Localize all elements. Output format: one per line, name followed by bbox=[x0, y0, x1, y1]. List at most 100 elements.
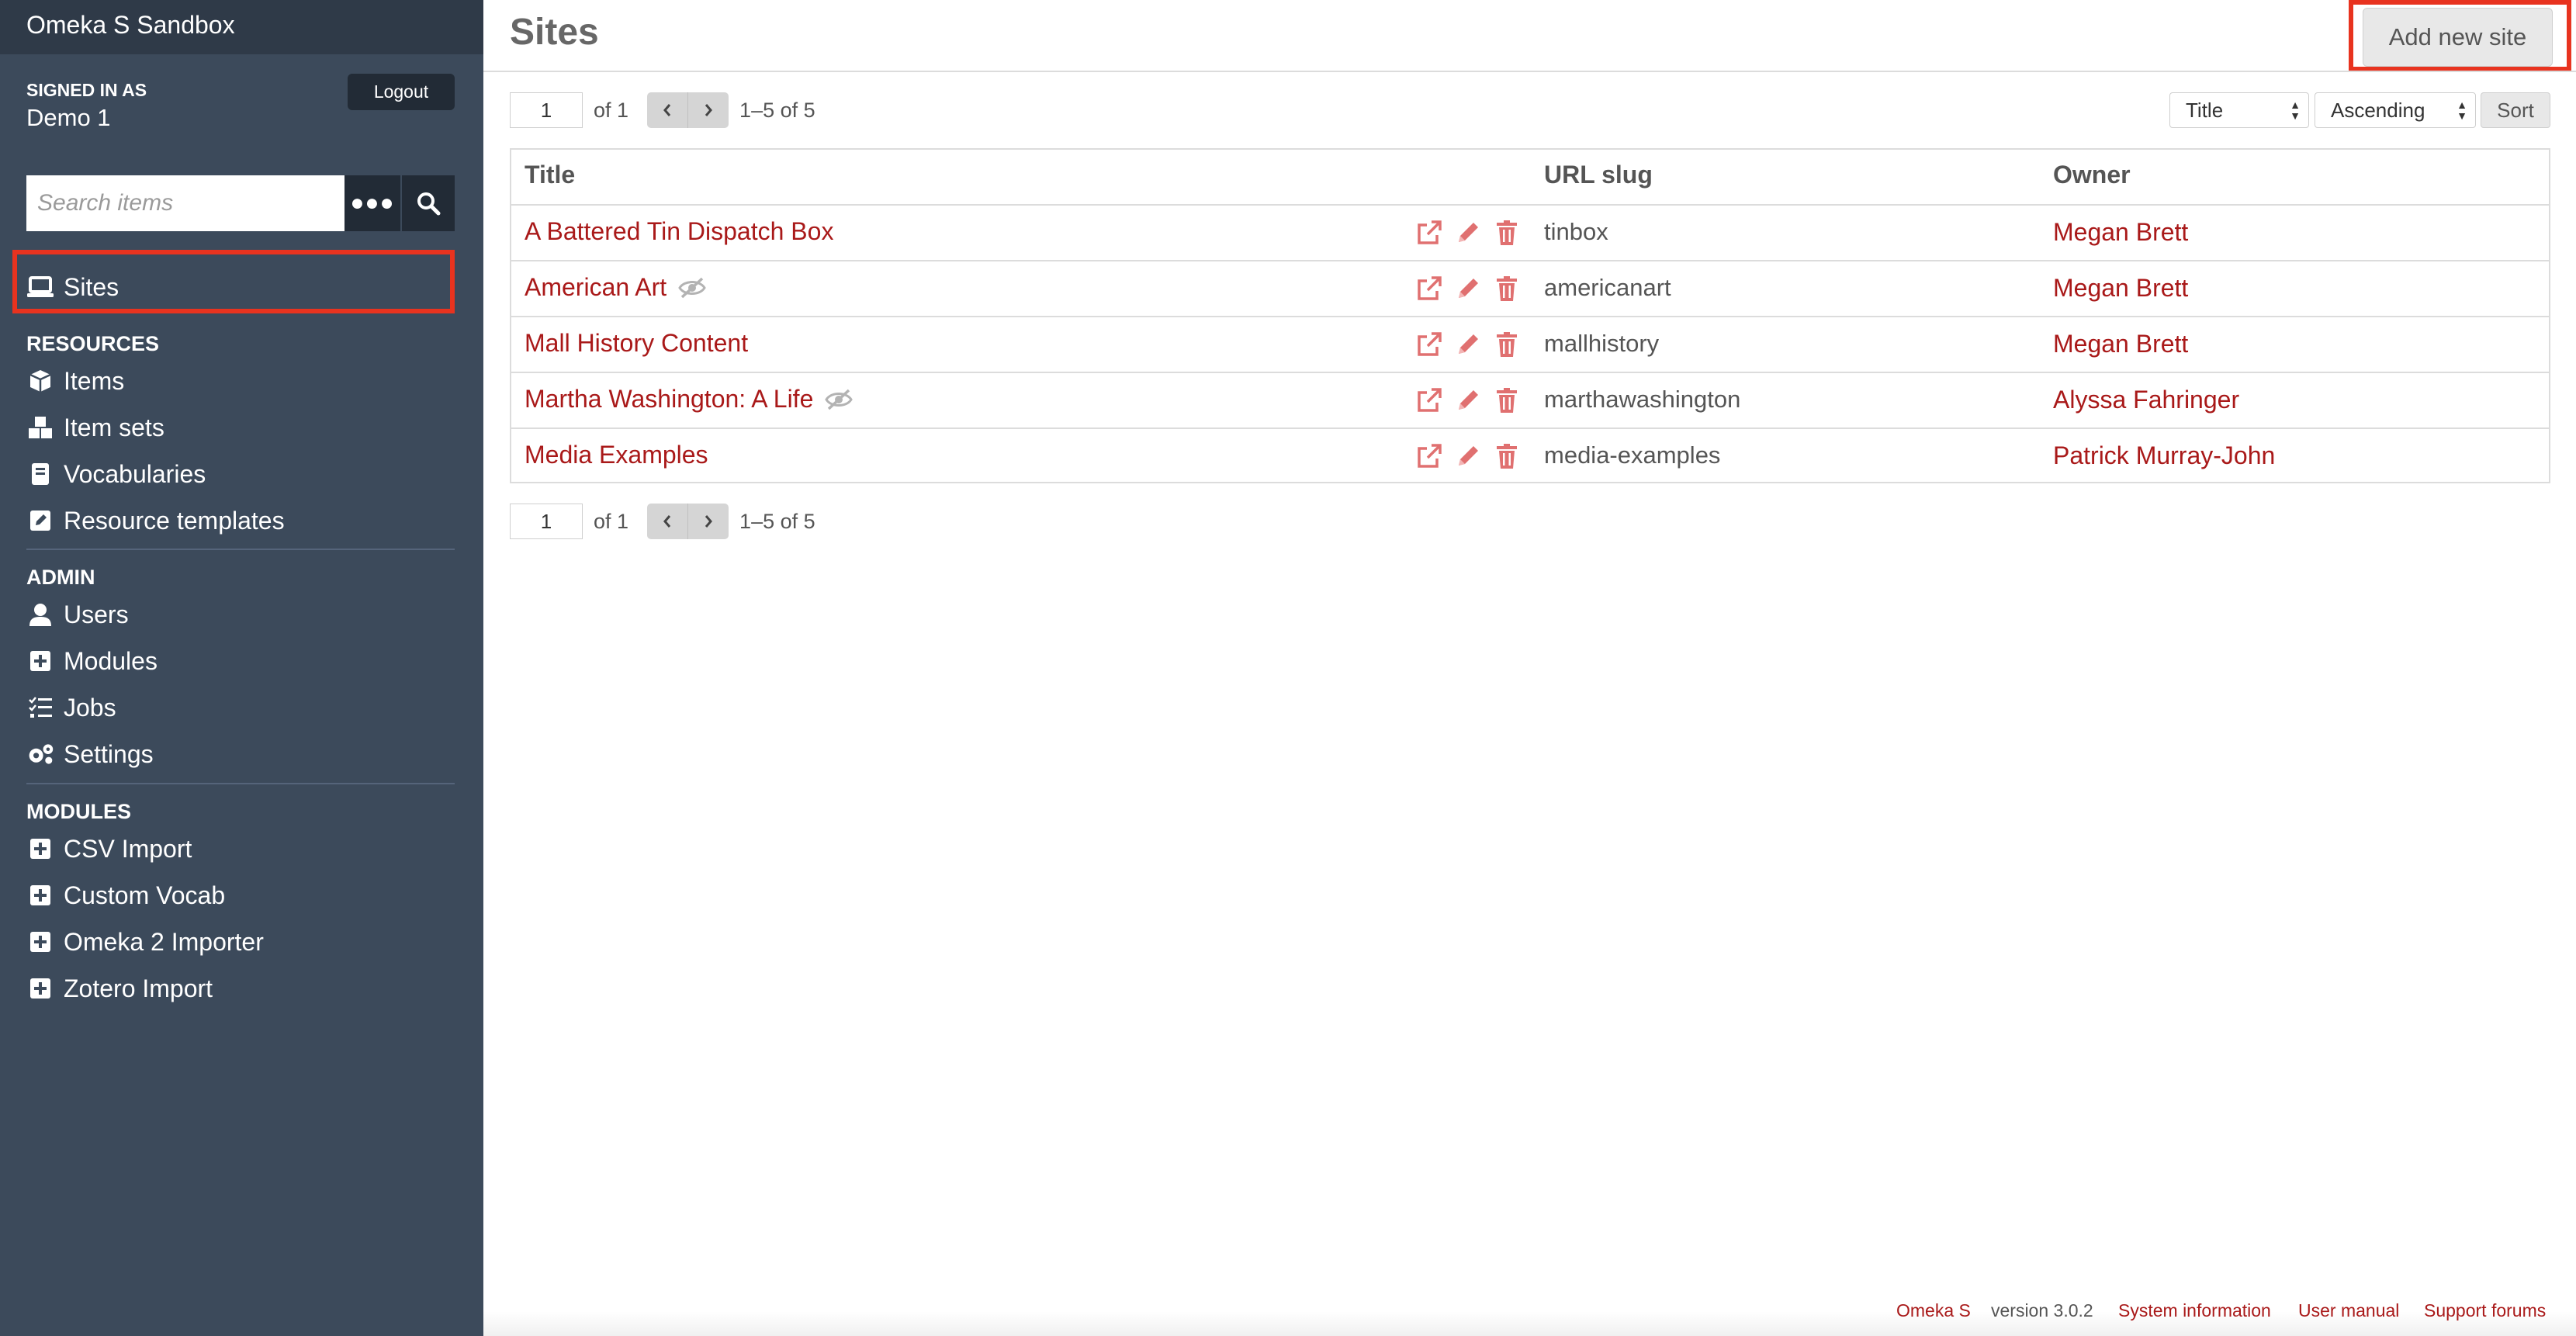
external-link-icon bbox=[1418, 444, 1442, 468]
site-title-link[interactable]: Mall History Content bbox=[525, 329, 748, 358]
next-page-button[interactable] bbox=[687, 504, 729, 539]
sidebar-item-label: Items bbox=[64, 366, 125, 395]
sidebar-item-modules[interactable]: Modules bbox=[26, 642, 158, 680]
sidebar-item-items[interactable]: Items bbox=[26, 362, 124, 400]
view-public-site-button[interactable] bbox=[1414, 329, 1445, 360]
page-number-input[interactable] bbox=[510, 504, 583, 539]
row-actions bbox=[1414, 273, 1530, 304]
select-arrows-icon: ▲ ▼ bbox=[2457, 99, 2467, 122]
pencil-icon bbox=[1459, 279, 1478, 298]
site-title-link[interactable]: Media Examples bbox=[525, 441, 708, 469]
edit-site-button[interactable] bbox=[1452, 273, 1484, 304]
table-row: Martha Washington: A Life marthawashingt… bbox=[511, 372, 2549, 429]
previous-page-button[interactable] bbox=[647, 504, 688, 539]
column-header-title: Title bbox=[525, 161, 576, 189]
sidebar-item-csv-import[interactable]: CSV Import bbox=[26, 829, 192, 868]
sort-by-select[interactable]: Title ▲ ▼ bbox=[2169, 92, 2309, 128]
site-title: American Art bbox=[525, 273, 667, 301]
results-range: 1–5 of 5 bbox=[739, 98, 815, 122]
site-owner-link[interactable]: Megan Brett bbox=[2053, 274, 2188, 303]
trash-icon bbox=[1497, 388, 1517, 413]
pencil-icon bbox=[1459, 390, 1478, 410]
site-owner-link[interactable]: Alyssa Fahringer bbox=[2053, 386, 2239, 414]
search-form: ●●● bbox=[26, 175, 455, 231]
sidebar-item-label: Zotero Import bbox=[64, 974, 213, 1002]
sidebar-item-zotero-import[interactable]: Zotero Import bbox=[26, 969, 213, 1008]
sidebar-item-label: Settings bbox=[64, 739, 154, 768]
external-link-icon bbox=[1418, 220, 1442, 244]
previous-page-button[interactable] bbox=[647, 92, 688, 128]
view-public-site-button[interactable] bbox=[1414, 217, 1445, 248]
footer-system-information-link[interactable]: System information bbox=[2118, 1300, 2271, 1321]
view-public-site-button[interactable] bbox=[1414, 273, 1445, 304]
page-number-input[interactable] bbox=[510, 92, 583, 128]
edit-site-button[interactable] bbox=[1452, 385, 1484, 416]
sidebar: Omeka S Sandbox SIGNED IN AS Demo 1 Logo… bbox=[0, 0, 483, 1336]
delete-site-button[interactable] bbox=[1491, 329, 1522, 360]
site-title-link[interactable]: American Art bbox=[525, 273, 707, 302]
sidebar-item-label: Vocabularies bbox=[64, 459, 206, 488]
sidebar-item-resource-templates[interactable]: Resource templates bbox=[26, 501, 285, 540]
sidebar-header: Omeka S Sandbox bbox=[0, 0, 483, 54]
sidebar-divider bbox=[26, 549, 455, 550]
site-title: Media Examples bbox=[525, 441, 708, 469]
footer-omeka-link[interactable]: Omeka S bbox=[1896, 1300, 1971, 1321]
delete-site-button[interactable] bbox=[1491, 441, 1522, 472]
sidebar-item-omeka-2-importer[interactable]: Omeka 2 Importer bbox=[26, 922, 264, 961]
cube-icon bbox=[26, 367, 54, 395]
logout-button[interactable]: Logout bbox=[348, 74, 455, 110]
signed-in-user[interactable]: Demo 1 bbox=[26, 104, 111, 132]
sidebar-item-label: Resource templates bbox=[64, 506, 285, 535]
sites-highlight-box bbox=[12, 250, 455, 313]
footer-support-forums-link[interactable]: Support forums bbox=[2424, 1300, 2546, 1321]
sidebar-item-vocabularies[interactable]: Vocabularies bbox=[26, 455, 206, 493]
external-link-icon bbox=[1418, 388, 1442, 412]
edit-site-button[interactable] bbox=[1452, 217, 1484, 248]
edit-site-button[interactable] bbox=[1452, 329, 1484, 360]
sort-order-select[interactable]: Ascending ▲ ▼ bbox=[2315, 92, 2476, 128]
site-owner-link[interactable]: Megan Brett bbox=[2053, 330, 2188, 358]
footer-version: version 3.0.2 bbox=[1991, 1300, 2093, 1320]
sidebar-item-item-sets[interactable]: Item sets bbox=[26, 408, 164, 447]
trash-icon bbox=[1497, 332, 1517, 357]
select-arrows-icon: ▲ ▼ bbox=[2290, 99, 2301, 122]
view-public-site-button[interactable] bbox=[1414, 385, 1445, 416]
private-eye-slash-icon bbox=[824, 388, 853, 411]
site-owner-link[interactable]: Patrick Murray-John bbox=[2053, 441, 2275, 470]
sites-table: Title URL slug Owner A Battered Tin Disp… bbox=[510, 148, 2550, 483]
pagination-bottom: of 1 1–5 of 5 bbox=[510, 503, 815, 540]
advanced-search-button[interactable]: ●●● bbox=[345, 175, 400, 231]
add-site-highlight-box bbox=[2349, 0, 2571, 71]
sidebar-item-settings[interactable]: Settings bbox=[26, 735, 154, 774]
site-title-link[interactable]: A Battered Tin Dispatch Box bbox=[525, 217, 833, 246]
sidebar-divider bbox=[26, 783, 455, 784]
view-public-site-button[interactable] bbox=[1414, 441, 1445, 472]
site-title-link[interactable]: Martha Washington: A Life bbox=[525, 385, 853, 414]
search-input[interactable] bbox=[26, 175, 345, 231]
site-owner-link[interactable]: Megan Brett bbox=[2053, 218, 2188, 247]
modules-heading: MODULES bbox=[26, 800, 131, 823]
sidebar-item-users[interactable]: Users bbox=[26, 595, 129, 634]
user-icon bbox=[26, 601, 54, 628]
external-link-icon bbox=[1418, 276, 1442, 300]
book-icon bbox=[26, 460, 54, 488]
ellipsis-icon: ●●● bbox=[350, 190, 395, 216]
table-row: American Art americanart Megan Brett bbox=[511, 260, 2549, 317]
pencil-icon bbox=[1459, 446, 1478, 466]
sidebar-item-jobs[interactable]: Jobs bbox=[26, 688, 116, 727]
trash-icon bbox=[1497, 220, 1517, 245]
search-submit-button[interactable] bbox=[402, 175, 455, 231]
pencil-icon bbox=[1459, 334, 1478, 354]
sidebar-item-custom-vocab[interactable]: Custom Vocab bbox=[26, 876, 225, 915]
plus-square-icon bbox=[26, 974, 54, 1002]
chevron-right-icon bbox=[705, 515, 713, 528]
delete-site-button[interactable] bbox=[1491, 385, 1522, 416]
delete-site-button[interactable] bbox=[1491, 273, 1522, 304]
footer-user-manual-link[interactable]: User manual bbox=[2298, 1300, 2399, 1321]
next-page-button[interactable] bbox=[687, 92, 729, 128]
edit-site-button[interactable] bbox=[1452, 441, 1484, 472]
delete-site-button[interactable] bbox=[1491, 217, 1522, 248]
trash-icon bbox=[1497, 276, 1517, 301]
sort-button[interactable]: Sort bbox=[2481, 92, 2550, 128]
install-title[interactable]: Omeka S Sandbox bbox=[26, 11, 235, 40]
